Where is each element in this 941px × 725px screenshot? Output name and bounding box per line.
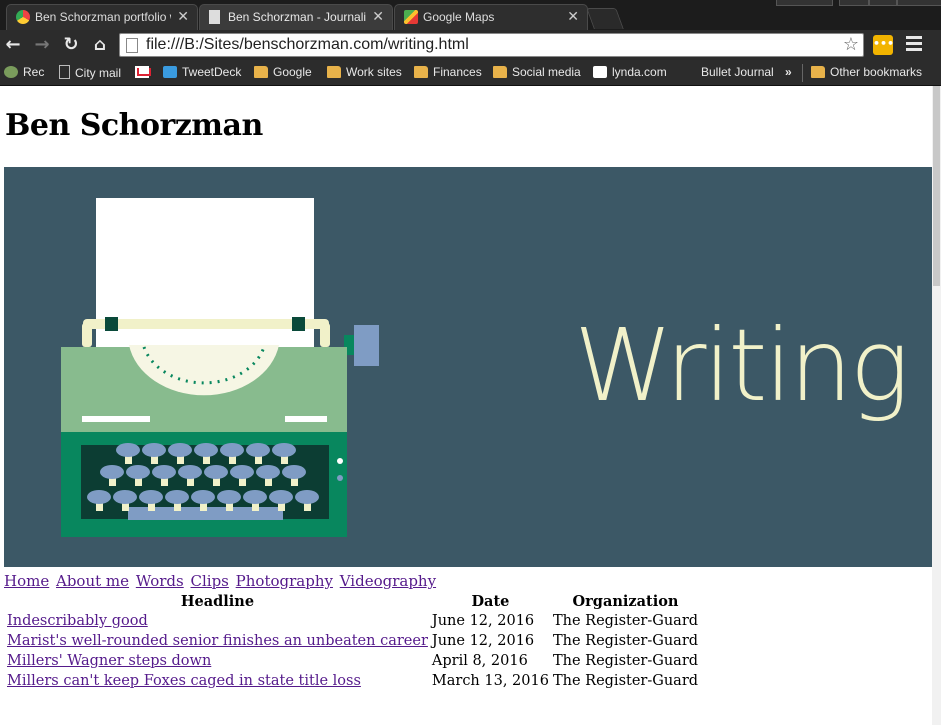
bookmark-google[interactable]: Google [254,65,312,79]
folder-icon [493,66,507,78]
url-text: file:///B:/Sites/benschorzman.com/writin… [146,36,469,53]
page-icon [59,65,70,79]
bookmark-work-sites[interactable]: Work sites [327,65,402,79]
table-row: Indescribably good June 12, 2016 The Reg… [6,612,699,630]
tab-journalism[interactable]: Ben Schorzman - Journalis ✕ [199,4,393,30]
date-cell: June 12, 2016 [431,613,535,629]
headline-link[interactable]: Marist's well-rounded senior finishes an… [7,633,428,649]
extension-icon[interactable]: ••• [873,35,894,55]
nav-link-about[interactable]: About me [56,572,129,590]
writing-banner: Writing [4,167,932,567]
bookmark-gmail[interactable] [135,65,154,79]
bookmark-bullet-journal[interactable]: Bullet Journal [701,65,774,79]
bookmark-city-mail[interactable]: City mail [59,65,121,80]
organization-cell: The Register-Guard [552,673,699,689]
site-navigation: Home About me Words Clips Photography Vi… [4,572,438,590]
tab-google-maps[interactable]: Google Maps ✕ [394,4,588,30]
headline-link[interactable]: Indescribably good [7,613,148,629]
table-row: Millers can't keep Foxes caged in state … [6,672,699,690]
browser-toolbar: ← → ↻ ⌂ file:///B:/Sites/benschorzman.co… [0,30,941,60]
menu-icon[interactable] [906,36,922,54]
nav-link-videography[interactable]: Videography [340,572,436,590]
window-controls [771,0,941,6]
folder-icon [327,66,341,78]
tab-strip: Ben Schorzman portfolio w ✕ Ben Schorzma… [0,0,941,30]
bookmark-other[interactable]: Other bookmarks [811,65,922,79]
hero-title: Writing [574,307,910,424]
bookmark-lynda[interactable]: lynda.com [593,65,667,79]
page-content: Ben Schorzman Writing Home About me Word… [0,86,932,725]
tab-title: Ben Schorzman portfolio w [35,10,171,24]
forward-arrow-icon[interactable]: → [31,34,53,56]
page-icon [126,38,138,53]
headline-link[interactable]: Millers' Wagner steps down [7,653,211,669]
nav-link-words[interactable]: Words [136,572,184,590]
bookmark-star-icon[interactable]: ☆ [843,34,859,55]
column-header-date: Date [471,593,510,610]
tweetdeck-icon [163,66,177,78]
scrollbar-thumb[interactable] [933,86,940,286]
bookmark-social-media[interactable]: Social media [493,65,581,79]
folder-icon [254,66,268,78]
tab-portfolio[interactable]: Ben Schorzman portfolio w ✕ [6,4,198,30]
nav-link-clips[interactable]: Clips [191,572,229,590]
minimize-button[interactable] [839,0,869,6]
table-header-row: Headline Date Organization [6,593,699,610]
headline-link[interactable]: Millers can't keep Foxes caged in state … [7,673,361,689]
table-row: Marist's well-rounded senior finishes an… [6,632,699,650]
gmail-icon [135,66,149,78]
headline-cell: Millers can't keep Foxes caged in state … [6,672,429,690]
table-row: Millers' Wagner steps down April 8, 2016… [6,652,699,670]
bookmarks-divider [802,64,803,82]
headline-cell: Marist's well-rounded senior finishes an… [6,632,429,650]
reload-icon[interactable]: ↻ [60,34,82,56]
maximize-button[interactable] [869,0,897,6]
close-icon[interactable]: ✕ [567,8,579,25]
bookmark-tweetdeck[interactable]: TweetDeck [163,65,241,79]
tab-title: Ben Schorzman - Journalis [228,10,366,24]
lynda-icon [593,66,607,78]
organization-cell: The Register-Guard [552,653,699,669]
google-maps-favicon [404,10,418,24]
site-title: Ben Schorzman [5,108,263,143]
nav-link-photography[interactable]: Photography [236,572,333,590]
nav-link-home[interactable]: Home [4,572,49,590]
bookmark-finances[interactable]: Finances [414,65,482,79]
home-icon[interactable]: ⌂ [89,34,111,56]
tab-title: Google Maps [423,10,495,24]
writing-table: Headline Date Organization Indescribably… [4,591,701,692]
close-window-button[interactable] [897,0,941,6]
organization-cell: The Register-Guard [552,633,699,649]
folder-icon [414,66,428,78]
page-scrollbar[interactable] [932,86,941,725]
close-icon[interactable]: ✕ [372,8,384,25]
column-header-organization: Organization [572,593,679,610]
folder-icon [811,66,825,78]
close-icon[interactable]: ✕ [177,8,189,25]
more-bookmarks-chevron-icon[interactable]: » [785,65,792,79]
headline-cell: Millers' Wagner steps down [6,652,429,670]
date-cell: June 12, 2016 [431,633,535,649]
rec-icon [4,66,18,78]
page-favicon [209,10,220,24]
bookmarks-bar: Rec City mail TweetDeck Google Work site… [0,60,941,86]
chrome-favicon [16,10,30,24]
column-header-headline: Headline [180,593,255,610]
profile-button[interactable] [776,0,833,6]
date-cell: April 8, 2016 [431,653,528,669]
date-cell: March 13, 2016 [431,673,549,689]
bookmark-rec[interactable]: Rec [4,65,44,79]
typewriter-illustration [61,198,379,537]
new-tab-button[interactable] [586,8,624,29]
back-arrow-icon[interactable]: ← [2,34,24,56]
organization-cell: The Register-Guard [552,613,699,629]
address-bar[interactable]: file:///B:/Sites/benschorzman.com/writin… [119,33,864,57]
headline-cell: Indescribably good [6,612,429,630]
